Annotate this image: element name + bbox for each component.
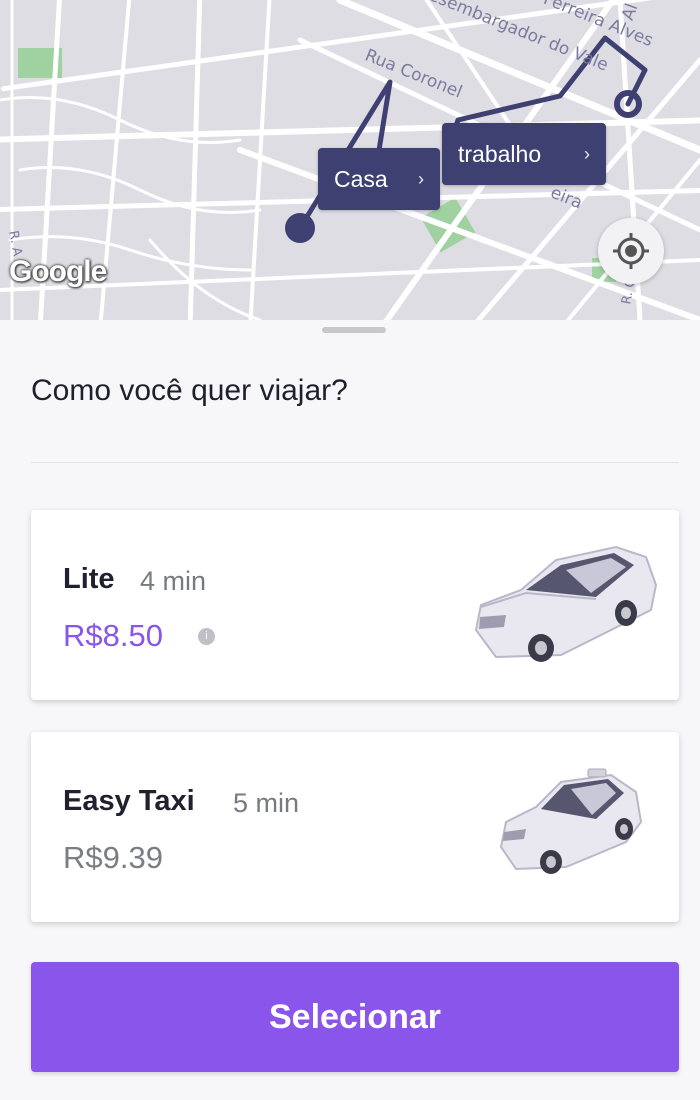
option-price: R$8.50 [63,618,163,653]
sheet-question: Como você quer viajar? [31,374,348,407]
info-icon[interactable]: i [198,628,215,645]
destination-pin-label[interactable]: trabalho › [442,123,606,185]
chevron-right-icon: › [418,168,424,189]
option-name: Lite [63,563,115,595]
option-eta: 5 min [233,788,300,818]
drag-handle[interactable] [322,327,386,333]
ride-options-sheet: Como você quer viajar? Lite 4 min R$8.50… [0,320,700,1100]
chevron-right-icon: › [584,143,590,164]
ride-option-lite[interactable]: Lite 4 min R$8.50 i [31,510,679,700]
google-logo: Google [9,255,107,288]
divider [31,462,679,463]
origin-label-text: Casa [334,165,388,192]
map-view[interactable]: Desembargador do Vale Rua Coronel Ferrei… [0,0,700,320]
destination-label-text: trabalho [458,140,542,167]
taxi-hatchback-icon [499,768,643,874]
locate-me-button[interactable] [598,218,664,284]
crosshair-icon [613,233,649,269]
option-eta: 4 min [140,566,207,596]
option-name: Easy Taxi [63,785,195,817]
sedan-car-icon [474,545,658,662]
origin-pin-label[interactable]: Casa › [318,148,440,210]
select-button[interactable]: Selecionar [31,962,679,1072]
option-price: R$9.39 [63,840,163,875]
ride-option-easy-taxi[interactable]: Easy Taxi 5 min R$9.39 [31,732,679,922]
